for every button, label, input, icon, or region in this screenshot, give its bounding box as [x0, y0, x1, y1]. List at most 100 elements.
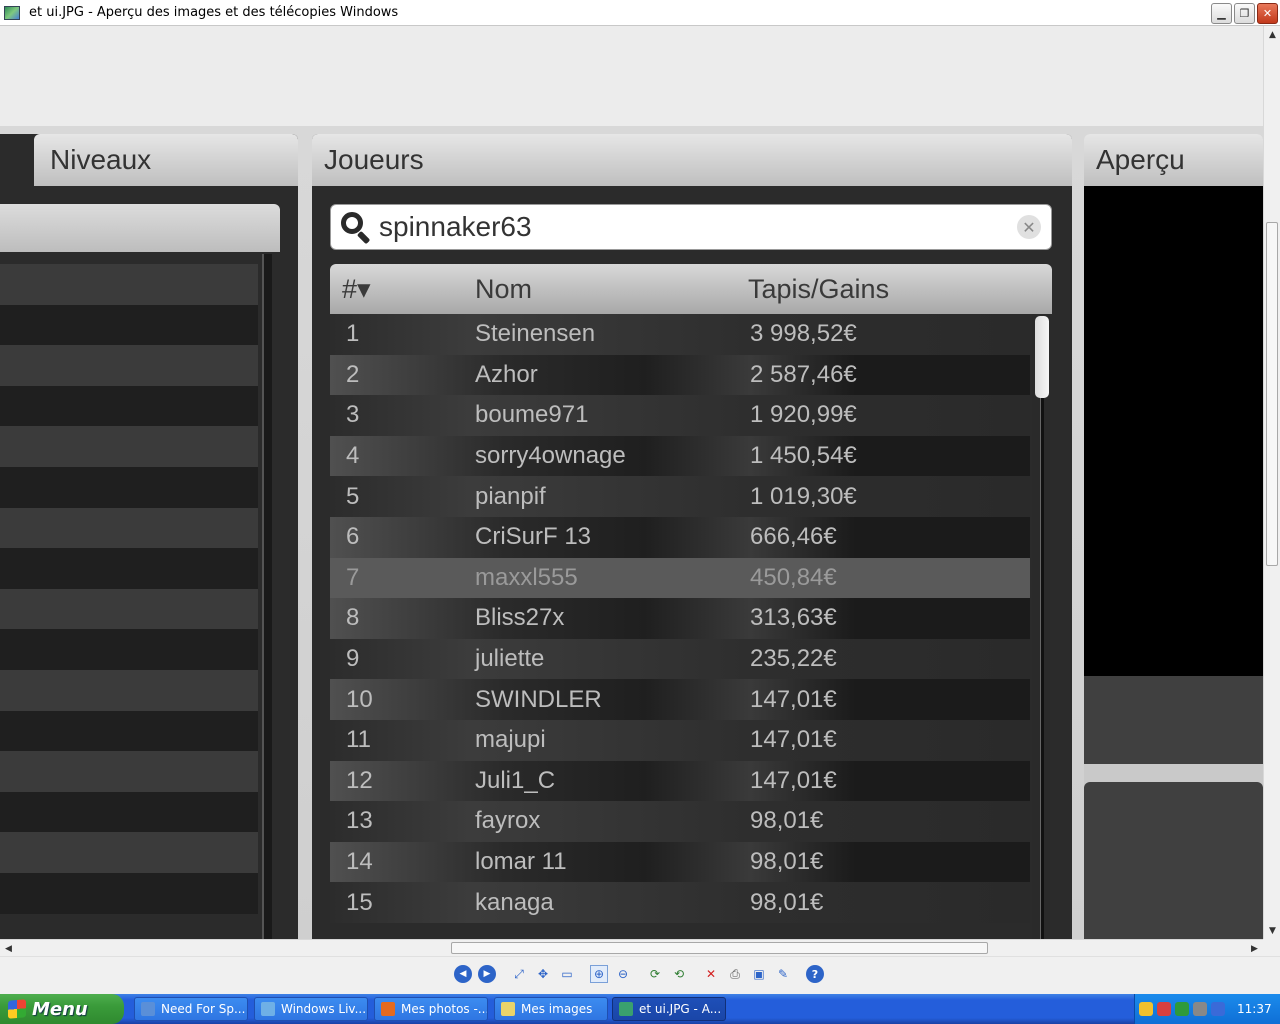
list-item[interactable]	[0, 669, 258, 711]
taskbar-task[interactable]: Windows Liv...	[254, 997, 368, 1021]
minimize-button[interactable]: ▁	[1211, 3, 1232, 24]
taskbar-task[interactable]: Need For Sp...	[134, 997, 248, 1021]
table-row[interactable]: 12 Juli1_C 147,01€	[330, 760, 1030, 802]
scroll-left-icon[interactable]: ◀	[0, 940, 17, 957]
save-button[interactable]: ▣	[750, 965, 768, 983]
scroll-corner	[1263, 939, 1280, 956]
scrollbar-track[interactable]	[1040, 398, 1044, 939]
zoom-out-button[interactable]: ⊖	[614, 965, 632, 983]
preview-footer	[1084, 676, 1263, 764]
list-item[interactable]	[0, 832, 258, 873]
close-button[interactable]: ✕	[1257, 3, 1278, 24]
taskbar-task[interactable]: et ui.JPG - A...	[612, 997, 726, 1021]
edit-button[interactable]: ✎	[774, 965, 792, 983]
list-item[interactable]	[0, 872, 258, 914]
list-item[interactable]	[0, 264, 258, 305]
table-row[interactable]: 11 majupi 147,01€	[330, 719, 1030, 761]
list-item[interactable]	[0, 385, 258, 427]
vertical-scrollbar[interactable]: ▲ ▼	[1263, 26, 1280, 939]
actual-size-button[interactable]: ✥	[534, 965, 552, 983]
print-button[interactable]: ⎙	[726, 965, 744, 983]
horizontal-scrollbar[interactable]: ◀ ▶	[0, 939, 1263, 956]
previous-tab[interactable]	[0, 134, 34, 186]
scroll-right-icon[interactable]: ▶	[1246, 940, 1263, 957]
game-lobby-screenshot: Niveaux Joueurs spinnaker63 ✕ #▾ Nom Tap…	[0, 126, 1263, 939]
list-item[interactable]	[0, 588, 258, 630]
row-stack-winnings: 666,46€	[750, 523, 837, 551]
image-viewer-icon	[4, 5, 20, 20]
levels-panel: Niveaux	[0, 134, 298, 939]
table-row[interactable]: 3 boume971 1 920,99€	[330, 395, 1030, 436]
previous-image-button[interactable]: ◀	[454, 965, 472, 983]
rotate-counterclockwise-button[interactable]: ⟲	[670, 965, 688, 983]
start-button[interactable]: Menu	[0, 994, 124, 1024]
list-item[interactable]	[0, 466, 258, 508]
volume-icon[interactable]	[1193, 1002, 1207, 1016]
toolbar-buttons: ◀ ▶ ⤢ ✥ ▭ ⊕ ⊖ ⟳ ⟲ ✕ ⎙ ▣ ✎?	[454, 965, 824, 983]
row-player-name: majupi	[475, 726, 546, 754]
table-row[interactable]: 1 Steinensen 3 998,52€	[330, 314, 1030, 355]
table-row[interactable]: 4 sorry4ownage 1 450,54€	[330, 435, 1030, 477]
delete-button[interactable]: ✕	[702, 965, 720, 983]
levels-scrollbar[interactable]	[262, 254, 272, 939]
vertical-scroll-thumb[interactable]	[1266, 222, 1278, 566]
list-item[interactable]	[0, 710, 258, 752]
zoom-in-button[interactable]: ⊕	[590, 965, 608, 983]
task-label: et ui.JPG - A...	[639, 1002, 722, 1016]
table-row[interactable]: 7 maxxl555 450,84€	[330, 557, 1030, 599]
power-icon[interactable]	[1211, 1002, 1225, 1016]
nvidia-icon[interactable]	[1175, 1002, 1189, 1016]
row-player-name: maxxl555	[475, 563, 578, 591]
preview-lower-box	[1084, 782, 1263, 939]
image-canvas: Niveaux Joueurs spinnaker63 ✕ #▾ Nom Tap…	[0, 26, 1263, 939]
rotate-clockwise-button[interactable]: ⟳	[646, 965, 664, 983]
column-name[interactable]: Nom	[475, 274, 748, 305]
list-item[interactable]	[0, 751, 258, 792]
table-row[interactable]: 5 pianpif 1 019,30€	[330, 476, 1030, 517]
row-rank: 8	[346, 604, 360, 632]
task-label: Mes photos -...	[401, 1002, 488, 1016]
table-row[interactable]: 6 CriSurF 13 666,46€	[330, 516, 1030, 558]
slideshow-button[interactable]: ▭	[558, 965, 576, 983]
table-row[interactable]: 9 juliette 235,22€	[330, 638, 1030, 680]
table-row[interactable]: 10 SWINDLER 147,01€	[330, 679, 1030, 720]
scroll-up-icon[interactable]: ▲	[1264, 26, 1280, 43]
players-panel: Joueurs ✕ #▾ Nom Tapis/Gains 1 Steinensen…	[312, 134, 1072, 939]
taskbar-task[interactable]: Mes photos -...	[374, 997, 488, 1021]
table-row[interactable]: 15 kanaga 98,01€	[330, 882, 1030, 923]
row-stack-winnings: 98,01€	[750, 848, 824, 876]
next-image-button[interactable]: ▶	[478, 965, 496, 983]
list-item[interactable]	[0, 629, 258, 670]
taskbar-task[interactable]: Mes images	[494, 997, 608, 1021]
best-fit-button[interactable]: ⤢	[510, 965, 528, 983]
network-icon[interactable]	[1157, 1002, 1171, 1016]
table-row[interactable]: 8 Bliss27x 313,63€	[330, 598, 1030, 639]
players-scrollbar[interactable]	[1032, 314, 1050, 939]
security-shield-icon[interactable]	[1139, 1002, 1153, 1016]
tab-levels[interactable]: Niveaux	[34, 134, 298, 186]
window-titlebar: et ui.JPG - Aperçu des images et des tél…	[0, 0, 1280, 26]
players-table: #▾ Nom Tapis/Gains 1 Steinensen 3 998,52€ 2…	[330, 264, 1052, 939]
maximize-button[interactable]: ❐	[1234, 3, 1255, 24]
horizontal-scroll-thumb[interactable]	[451, 942, 988, 954]
row-stack-winnings: 313,63€	[750, 604, 837, 632]
scrollbar-thumb[interactable]	[1035, 316, 1049, 398]
list-item[interactable]	[0, 345, 258, 386]
table-row[interactable]: 2 Azhor 2 587,46€	[330, 354, 1030, 396]
clear-icon[interactable]: ✕	[1017, 215, 1041, 239]
column-rank[interactable]: #▾	[330, 274, 475, 305]
list-item[interactable]	[0, 304, 258, 346]
list-item[interactable]	[0, 426, 258, 467]
list-item[interactable]	[0, 507, 258, 549]
help-button[interactable]: ?	[806, 965, 824, 983]
window-controls: ▁ ❐ ✕	[1211, 3, 1278, 24]
table-row[interactable]: 13 fayrox 98,01€	[330, 801, 1030, 842]
scroll-down-icon[interactable]: ▼	[1264, 922, 1280, 939]
row-player-name: boume971	[475, 401, 589, 429]
column-stack-winnings[interactable]: Tapis/Gains	[748, 274, 1052, 305]
table-row[interactable]: 14 lomar 11 98,01€	[330, 841, 1030, 883]
list-item[interactable]	[0, 548, 258, 589]
list-item[interactable]	[0, 791, 258, 833]
row-stack-winnings: 98,01€	[750, 807, 824, 835]
search-input[interactable]	[379, 211, 1017, 243]
